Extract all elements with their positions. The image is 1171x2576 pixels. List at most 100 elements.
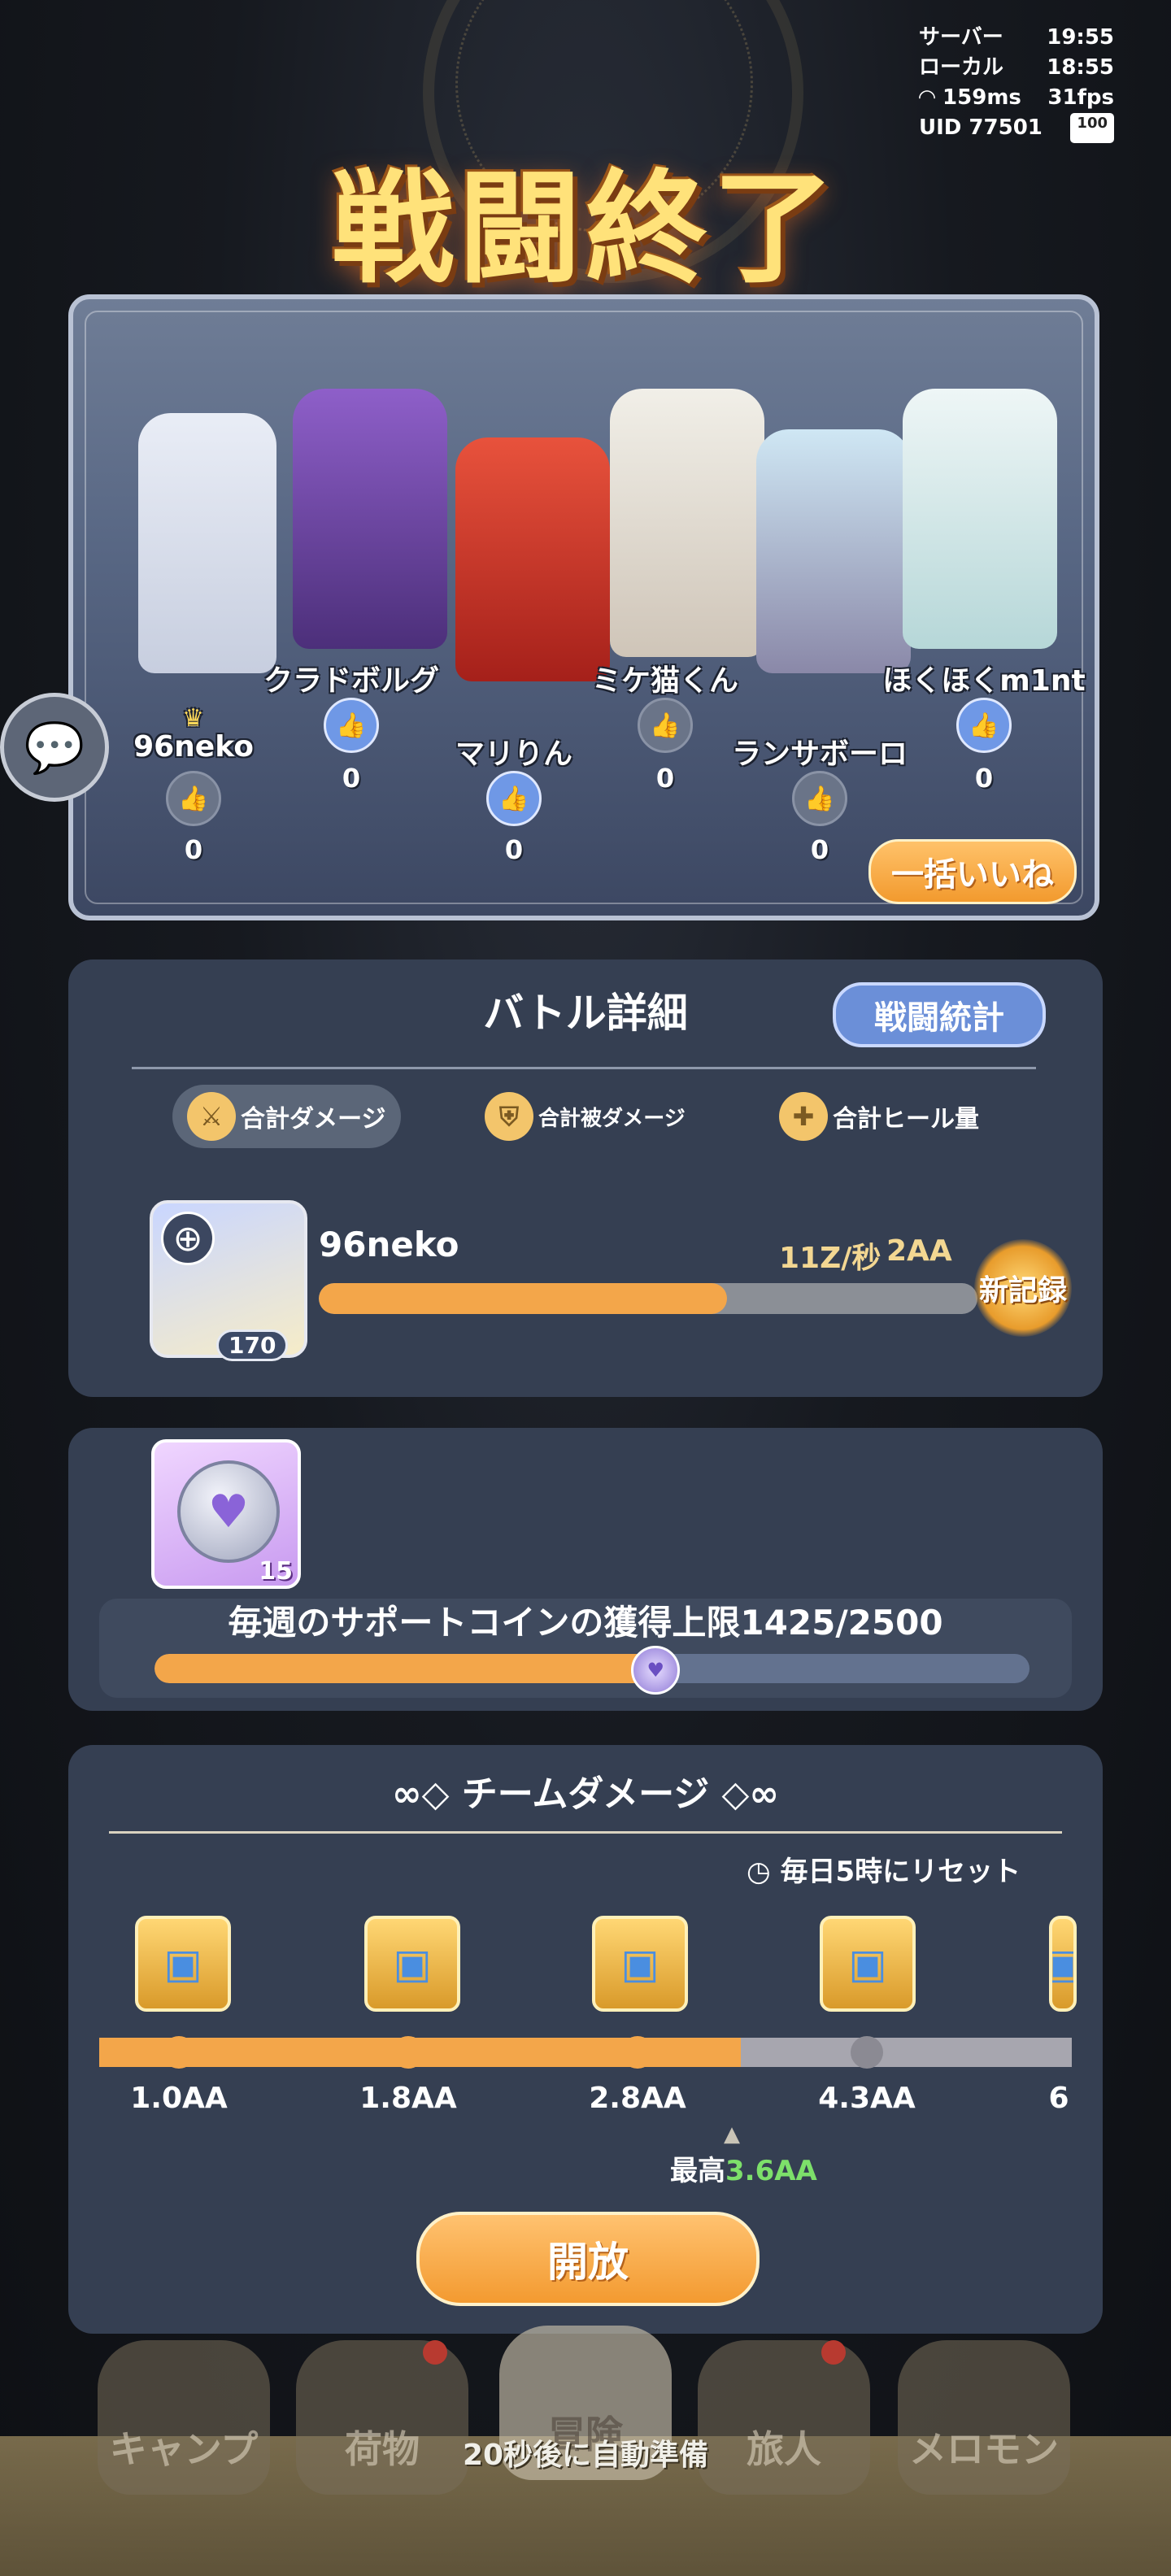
heroes-panel: ♛ 96neko 👍 0 クラドボルグ 👍 0 マリりん 👍 0 ミケ猫くん 👍 … xyxy=(68,294,1099,920)
tab-total-damage-taken[interactable]: ⛨ 合計被ダメージ xyxy=(470,1085,700,1148)
crown-icon: ♛ xyxy=(182,704,204,733)
tier-label: 1.0AA xyxy=(130,2082,228,2115)
tier-label: 2.8AA xyxy=(589,2082,686,2115)
chat-bubble-icon: 💬 xyxy=(24,719,85,777)
sword-icon: ⚔ xyxy=(187,1092,236,1141)
class-crosshair-icon: ⊕ xyxy=(161,1212,215,1265)
battle-stats-button[interactable]: 戦闘統計 xyxy=(833,982,1046,1047)
auto-ready-countdown: 20秒後に自動準備 xyxy=(462,2439,709,2472)
open-button[interactable]: 開放 xyxy=(416,2212,760,2306)
thumbs-up-icon: 👍 xyxy=(650,711,681,740)
chat-button[interactable]: 💬 xyxy=(0,693,109,802)
thumbs-up-icon: 👍 xyxy=(969,711,999,740)
team-divider xyxy=(109,1831,1062,1834)
reward-chest[interactable]: ▣ xyxy=(1049,1916,1077,2012)
server-label: サーバー xyxy=(919,25,1003,50)
tier-label: 1.8AA xyxy=(359,2082,457,2115)
like-count: 0 xyxy=(504,834,524,865)
like-count: 0 xyxy=(655,763,675,794)
new-record-badge: 新記録 xyxy=(974,1239,1072,1337)
bulk-like-button[interactable]: 一括いいね xyxy=(868,839,1077,904)
local-time: 18:55 xyxy=(1047,55,1114,80)
chest-icon: ▣ xyxy=(848,1940,887,1987)
hero-figure xyxy=(455,437,610,681)
section-divider xyxy=(132,1067,1036,1069)
player-avatar: ⊕ 170 xyxy=(150,1200,307,1361)
thumbs-up-icon: 👍 xyxy=(336,711,367,740)
chest-icon: ▣ xyxy=(620,1940,660,1987)
heal-cross-icon: ✚ xyxy=(779,1092,828,1141)
entry-total-damage: 2AA xyxy=(886,1234,952,1268)
tier-label: 6 xyxy=(1048,2082,1069,2115)
like-count: 0 xyxy=(810,834,829,865)
reward-chest[interactable]: ▣ xyxy=(820,1916,916,2012)
entry-player-name: 96neko xyxy=(319,1225,459,1264)
tier-label: 4.3AA xyxy=(818,2082,916,2115)
support-coin-item[interactable]: ♥ 15 xyxy=(151,1439,301,1589)
like-count: 0 xyxy=(974,763,994,794)
tab-total-healing[interactable]: ✚ 合計ヒール量 xyxy=(764,1085,994,1148)
like-button[interactable]: 👍 xyxy=(638,698,693,753)
damage-bar-fill xyxy=(319,1283,728,1314)
coin-limit-label: 毎週のサポートコインの獲得上限1425/2500 xyxy=(228,1603,943,1643)
shield-icon: ⛨ xyxy=(485,1092,533,1141)
like-count: 0 xyxy=(342,763,361,794)
best-value: 3.6AA xyxy=(725,2155,817,2187)
thumbs-up-icon: 👍 xyxy=(498,784,529,813)
coin-progress-knob: ♥ xyxy=(631,1646,681,1695)
player-name: クラドボルグ xyxy=(263,664,440,698)
battle-end-title: 戦闘終了 xyxy=(331,159,839,300)
player-name: ほくほくm1nt xyxy=(882,664,1086,698)
like-button[interactable]: 👍 xyxy=(792,771,847,826)
player-name: マリりん xyxy=(455,738,573,771)
coin-limit-fill xyxy=(155,1654,654,1683)
reward-chest[interactable]: ▣ xyxy=(135,1916,231,2012)
team-damage-track xyxy=(99,2038,1072,2067)
wifi-icon: ◠ xyxy=(919,85,943,110)
hero-figure xyxy=(756,429,911,673)
chest-icon: ▣ xyxy=(1052,1940,1073,1987)
tier-marker xyxy=(621,2036,654,2069)
hero-figure xyxy=(903,389,1057,649)
reward-chest[interactable]: ▣ xyxy=(364,1916,460,2012)
ping-value: 159ms xyxy=(942,85,1021,110)
like-button[interactable]: 👍 xyxy=(956,698,1012,753)
tier-marker xyxy=(163,2036,195,2069)
chest-icon: ▣ xyxy=(163,1940,202,1987)
tier-marker xyxy=(392,2036,424,2069)
coin-count: 15 xyxy=(259,1557,293,1586)
reset-note: ◷ 毎日5時にリセット xyxy=(747,1856,1021,1888)
hero-figure xyxy=(138,413,276,673)
heart-coin-icon: ♥ xyxy=(177,1460,280,1563)
player-name: ミケ猫くん xyxy=(591,664,739,698)
notification-dot xyxy=(423,2340,447,2365)
like-count: 0 xyxy=(184,834,203,865)
tab-total-damage[interactable]: ⚔ 合計ダメージ xyxy=(172,1085,401,1148)
like-button[interactable]: 👍 xyxy=(324,698,379,753)
thumbs-up-icon: 👍 xyxy=(804,784,835,813)
like-button[interactable]: 👍 xyxy=(166,771,221,826)
notification-dot xyxy=(821,2340,846,2365)
thumbs-up-icon: 👍 xyxy=(178,784,209,813)
fps-value: 31fps xyxy=(1047,85,1114,110)
tier-marker xyxy=(851,2036,883,2069)
best-marker-icon: ▲ xyxy=(724,2122,740,2147)
entry-dps: 11Z/秒 xyxy=(779,1242,882,1275)
ornament-left-icon: ∞◇ xyxy=(391,1773,462,1815)
reward-chest[interactable]: ▣ xyxy=(592,1916,688,2012)
local-label: ローカル xyxy=(919,55,1004,80)
player-level: 170 xyxy=(216,1329,289,1361)
hero-figure xyxy=(610,389,764,657)
player-name: ♛ 96neko xyxy=(133,704,254,764)
player-name: ランサボーロ xyxy=(731,738,908,771)
team-damage-header: ∞◇ チームダメージ ◇∞ xyxy=(391,1773,780,1815)
coin-limit-bar xyxy=(155,1654,1030,1683)
hero-figure xyxy=(293,389,447,649)
clock-icon: ◷ xyxy=(747,1856,781,1888)
damage-bar xyxy=(319,1283,977,1314)
ornament-right-icon: ◇∞ xyxy=(709,1773,780,1815)
status-overlay: サーバー 19:55 ローカル 18:55 ◠ 159ms 31fps UID 775… xyxy=(919,23,1114,143)
like-button[interactable]: 👍 xyxy=(486,771,542,826)
server-time: 19:55 xyxy=(1047,25,1114,50)
chest-icon: ▣ xyxy=(393,1940,432,1987)
